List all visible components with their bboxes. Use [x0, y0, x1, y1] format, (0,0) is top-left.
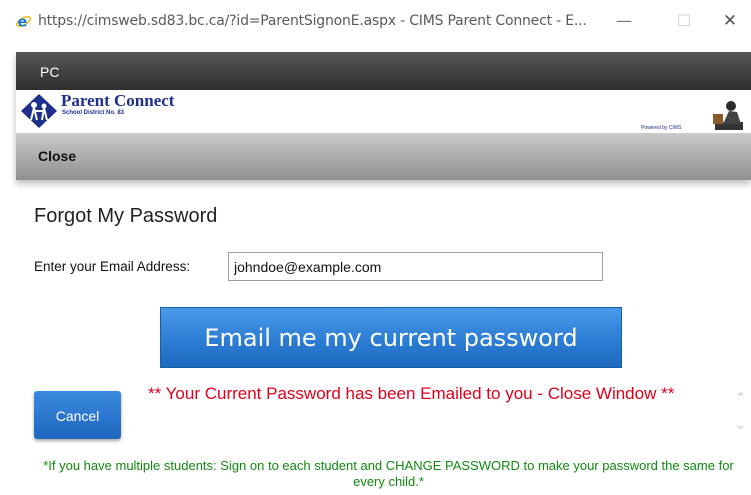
window-title: https://cimsweb.sd83.bc.ca/?id=ParentSig…: [38, 13, 587, 29]
close-button[interactable]: Close: [16, 134, 751, 180]
powered-by-text: Powered by CIMS: [641, 125, 682, 131]
scroll-up-icon[interactable]: ⌃: [735, 391, 751, 407]
brand-subtitle: School District No. 83: [62, 110, 125, 116]
svg-text:e: e: [18, 15, 28, 30]
multiple-students-note: *If you have multiple students: Sign on …: [43, 458, 734, 489]
parent-connect-popup: PC Parent Connect School District No. 83…: [16, 52, 751, 180]
email-label: Enter your Email Address:: [34, 259, 191, 274]
school-district-logo-icon: [21, 94, 57, 128]
close-label: Close: [38, 148, 77, 164]
maximize-icon[interactable]: ☐: [670, 9, 698, 33]
close-window-icon[interactable]: ✕: [716, 9, 744, 33]
page-title: Forgot My Password: [34, 205, 218, 227]
status-message: ** Your Current Password has been Emaile…: [148, 384, 675, 403]
browser-titlebar: e https://cimsweb.sd83.bc.ca/?id=ParentS…: [0, 0, 751, 44]
pc-bar: PC: [16, 52, 751, 90]
parent-connect-banner: Parent Connect School District No. 83 Po…: [16, 90, 751, 134]
ie-browser-icon: e: [15, 15, 32, 30]
cancel-button[interactable]: Cancel: [34, 391, 121, 439]
scroll-down-icon[interactable]: ⌄: [735, 418, 751, 434]
cims-logo-icon: [713, 101, 743, 130]
minimize-icon[interactable]: —: [610, 9, 638, 33]
email-password-button[interactable]: Email me my current password: [160, 307, 622, 368]
brand-title: Parent Connect: [61, 91, 175, 110]
email-field[interactable]: [228, 252, 603, 281]
pc-label: PC: [40, 64, 60, 80]
